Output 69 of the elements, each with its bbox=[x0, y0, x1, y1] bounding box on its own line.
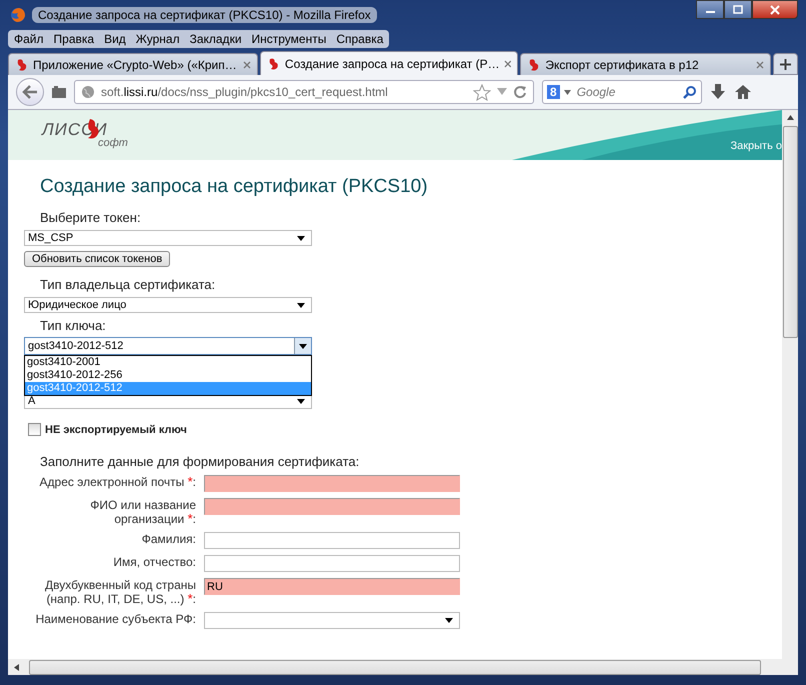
browser-tab[interactable]: Экспорт сертификата в p12 bbox=[520, 53, 771, 75]
maximize-button[interactable] bbox=[724, 0, 752, 19]
dropdown-arrow-icon bbox=[297, 398, 305, 404]
owner-type-select[interactable]: Юридическое лицо bbox=[24, 297, 312, 313]
dropdown-option[interactable]: gost3410-2001 bbox=[25, 356, 311, 369]
refresh-tokens-button[interactable]: Обновить список токенов bbox=[24, 251, 170, 267]
tab-groups-icon[interactable] bbox=[52, 86, 66, 98]
reload-icon[interactable] bbox=[513, 85, 527, 99]
section-heading: Заполните данные для формирования сертификата: bbox=[40, 454, 360, 469]
menu-item[interactable]: Инструменты bbox=[252, 32, 326, 46]
field-label: Выберите токен: bbox=[40, 210, 142, 225]
close-button[interactable] bbox=[752, 0, 798, 19]
field-label: Имя, отчество: bbox=[112, 555, 196, 571]
input-field[interactable] bbox=[204, 532, 460, 549]
url-text: soft.lissi.ru/docs/nss_plugin/pkcs10_cert_request.html bbox=[101, 85, 389, 99]
back-button[interactable] bbox=[16, 78, 44, 106]
home-icon[interactable] bbox=[734, 84, 752, 100]
browser-tab[interactable]: Создание запроса на сертификат (P… bbox=[260, 51, 518, 75]
globe-icon bbox=[81, 85, 95, 99]
window-title: Создание запроса на сертификат (PKCS10) - Mozilla Firefox bbox=[32, 7, 377, 23]
field-label: Тип владельца сертификата: bbox=[40, 277, 216, 292]
token-select[interactable]: MS_CSP bbox=[24, 230, 312, 246]
dropdown-icon[interactable] bbox=[564, 90, 571, 94]
browser-tab[interactable]: Приложение «Crypto-Web» («Крип… bbox=[8, 53, 258, 75]
checkbox[interactable] bbox=[28, 423, 41, 436]
field-label: Фамилия: bbox=[140, 532, 196, 548]
checkbox-label: НЕ экспортируемый ключ bbox=[45, 424, 187, 436]
input-field[interactable] bbox=[204, 555, 460, 572]
horizontal-scrollbar[interactable] bbox=[8, 659, 798, 675]
menu-item[interactable]: Вид bbox=[104, 32, 126, 46]
menu-item[interactable]: Файл bbox=[14, 32, 44, 46]
field-label: Адрес электронной почты *: bbox=[38, 475, 196, 491]
search-engine-badge[interactable]: 8 bbox=[547, 85, 560, 99]
field-label: Тип ключа: bbox=[40, 318, 107, 333]
search-field[interactable]: 8 Google bbox=[542, 80, 702, 104]
vertical-scrollbar[interactable] bbox=[782, 110, 798, 659]
close-tab-icon[interactable] bbox=[243, 60, 252, 68]
firefox-icon bbox=[10, 7, 26, 23]
maximize-icon bbox=[733, 5, 743, 14]
star-icon[interactable] bbox=[473, 84, 491, 100]
field-label: Наименование субъекта РФ: bbox=[34, 612, 196, 628]
back-arrow-icon bbox=[22, 85, 38, 99]
dropdown-arrow-icon bbox=[445, 618, 453, 623]
key-type-select[interactable]: gost3410-2012-512 bbox=[24, 337, 312, 355]
plus-icon bbox=[780, 58, 791, 70]
page-title: Создание запроса на сертификат (PKCS10) bbox=[40, 176, 429, 198]
field-label: ФИО или название организации *: bbox=[89, 498, 196, 526]
field-label: Двухбуквенный код страны (напр. RU, IT, DE, US, ...) *: bbox=[44, 578, 196, 606]
new-tab-button[interactable] bbox=[772, 53, 798, 75]
scroll-up-icon[interactable] bbox=[786, 115, 794, 120]
dropdown-arrow-icon bbox=[297, 236, 305, 240]
minimize-button[interactable] bbox=[696, 0, 724, 19]
close-icon bbox=[770, 4, 780, 14]
dropdown-arrow-icon bbox=[297, 302, 305, 308]
menu-item[interactable]: Закладки bbox=[190, 32, 242, 46]
input-field[interactable]: RU bbox=[204, 578, 460, 595]
input-field[interactable] bbox=[204, 498, 460, 515]
scroll-left-icon[interactable] bbox=[14, 664, 19, 670]
dropdown-arrow-icon bbox=[299, 344, 307, 348]
menu-item[interactable]: Правка bbox=[54, 32, 94, 46]
close-tab-icon[interactable] bbox=[756, 60, 764, 68]
input-field[interactable] bbox=[204, 475, 460, 492]
download-icon[interactable] bbox=[710, 84, 726, 100]
menu-item[interactable]: Журнал bbox=[136, 32, 180, 46]
dropdown-option[interactable]: gost3410-2012-256 bbox=[25, 369, 311, 382]
address-bar[interactable]: soft.lissi.ru/docs/nss_plugin/pkcs10_cert_request.html bbox=[74, 80, 534, 104]
search-icon[interactable] bbox=[683, 85, 697, 99]
close-tab-icon[interactable] bbox=[504, 60, 512, 68]
menu-item[interactable]: Справка bbox=[336, 32, 384, 46]
